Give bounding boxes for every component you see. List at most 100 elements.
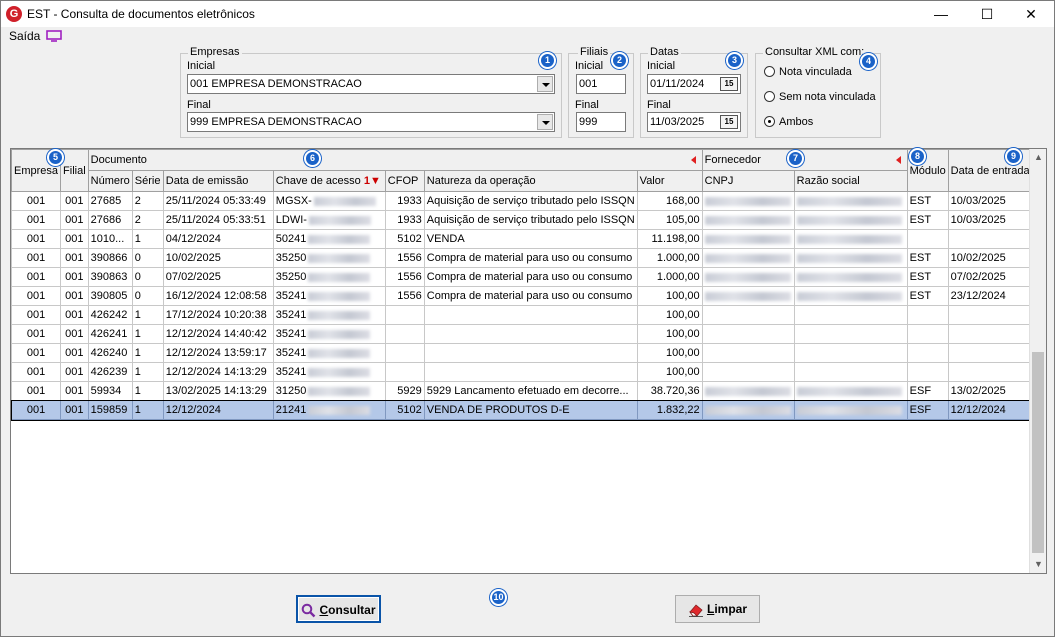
redacted-chave <box>308 272 371 282</box>
cell-data-emissao: 12/12/2024 13:59:17 <box>162 343 274 363</box>
col-cnpj[interactable]: CNPJ <box>701 170 795 192</box>
col-cnpj-label: CNPJ <box>704 175 734 187</box>
radio-circle[interactable] <box>764 66 775 77</box>
documents-grid[interactable]: Empresa Filial Documento Fornecedor Módu… <box>10 148 1047 574</box>
redacted-chave <box>308 310 371 320</box>
badge-10: 10 <box>490 589 507 606</box>
col-natureza[interactable]: Natureza da operação <box>423 170 638 192</box>
cell-cfop <box>384 324 425 344</box>
col-filial[interactable]: Filial <box>60 149 89 192</box>
redacted-chave <box>308 367 371 377</box>
cell-data-entrada <box>947 343 1039 363</box>
table-row[interactable]: 001 001 426240 1 12/12/2024 13:59:17 35241 100… <box>11 343 1039 363</box>
empresa-final-label: Final <box>187 99 211 111</box>
cell-empresa: 001 <box>11 381 62 401</box>
cell-cfop: 1556 <box>384 286 425 306</box>
col-cfop[interactable]: CFOP <box>384 170 425 192</box>
empresa-inicial-combo[interactable]: 001 EMPRESA DEMONSTRACAO <box>187 74 555 94</box>
group-documento[interactable]: Documento <box>87 149 703 171</box>
empresa-final-combo[interactable]: 999 EMPRESA DEMONSTRACAO <box>187 112 555 132</box>
table-row[interactable]: 001 001 390805 0 16/12/2024 12:08:58 35241 155… <box>11 286 1039 306</box>
group-fornecedor[interactable]: Fornecedor <box>701 149 908 171</box>
redacted-chave <box>308 253 371 263</box>
col-chave-acesso[interactable]: Chave de acesso 1▼ <box>272 170 386 192</box>
col-cfop-label: CFOP <box>387 175 419 187</box>
minimize-button[interactable]: — <box>918 1 964 27</box>
cell-modulo: EST <box>906 267 949 287</box>
cell-serie: 1 <box>131 305 164 325</box>
cell-razao-social <box>793 343 908 363</box>
radio-circle-selected[interactable] <box>764 116 775 127</box>
data-inicial-input[interactable]: 01/11/2024 15 <box>647 74 741 94</box>
cell-modulo <box>906 362 949 382</box>
cell-data-emissao: 17/12/2024 10:20:38 <box>162 305 274 325</box>
table-row[interactable]: 001 001 390866 0 10/02/2025 35250 1556 Compra d… <box>11 248 1039 268</box>
redacted-chave <box>308 215 371 225</box>
scrollbar-thumb[interactable] <box>1032 352 1044 553</box>
chevron-down-icon[interactable] <box>537 114 553 130</box>
chevron-down-icon[interactable] <box>537 76 553 92</box>
consultar-button[interactable]: Consultar <box>296 595 381 623</box>
radio-sem-nota-vinculada[interactable]: Sem nota vinculada <box>764 91 876 103</box>
col-data-emissao[interactable]: Data de emissão <box>162 170 274 192</box>
col-numero[interactable]: Número <box>87 170 133 192</box>
table-row[interactable]: 001 001 426242 1 17/12/2024 10:20:38 35241 100… <box>11 305 1039 325</box>
calendar-icon[interactable]: 15 <box>720 115 738 129</box>
radio-ambos[interactable]: Ambos <box>764 116 813 128</box>
radio-nota-vinculada[interactable]: Nota vinculada <box>764 66 852 78</box>
eraser-icon <box>688 604 703 617</box>
col-razao-social[interactable]: Razão social <box>793 170 908 192</box>
chave-prefix: 35250 <box>275 252 307 264</box>
col-serie[interactable]: Série <box>131 170 164 192</box>
cell-data-entrada: 10/02/2025 <box>947 248 1039 268</box>
limpar-button[interactable]: Limpar <box>675 595 760 623</box>
cell-serie: 1 <box>131 229 164 249</box>
cell-filial: 001 <box>60 229 89 249</box>
table-row[interactable]: 001 001 1010... 1 04/12/2024 50241 5102 VENDA 11… <box>11 229 1039 249</box>
table-row[interactable]: 001 001 426239 1 12/12/2024 14:13:29 35241 100… <box>11 362 1039 382</box>
vertical-scrollbar[interactable]: ▲ ▼ <box>1029 149 1046 573</box>
menu-saida[interactable]: Saída <box>9 29 40 43</box>
cell-cnpj <box>701 286 795 306</box>
redacted-chave <box>308 405 371 415</box>
table-row[interactable]: 001 001 426241 1 12/12/2024 14:40:42 35241 100… <box>11 324 1039 344</box>
close-button[interactable]: ✕ <box>1008 1 1054 27</box>
cell-cnpj <box>701 381 795 401</box>
cell-chave-acesso: 35250 <box>272 267 386 287</box>
table-row[interactable]: 001 001 390863 0 07/02/2025 35250 1556 Compra d… <box>11 267 1039 287</box>
cell-valor: 1.000,00 <box>636 267 703 287</box>
cell-empresa: 001 <box>11 400 62 420</box>
monitor-icon[interactable] <box>46 30 62 42</box>
empresa-inicial-value: 001 EMPRESA DEMONSTRACAO <box>190 78 362 90</box>
table-row[interactable]: 001 001 159859 1 12/12/2024 21241 5102 VENDA DE… <box>11 399 1040 421</box>
cell-cfop: 5102 <box>384 400 425 420</box>
cell-natureza: Aquisição de serviço tributado pelo ISSQ… <box>423 191 638 211</box>
col-valor[interactable]: Valor <box>636 170 703 192</box>
cell-modulo: EST <box>906 191 949 211</box>
cell-valor: 100,00 <box>636 305 703 325</box>
cell-empresa: 001 <box>11 248 62 268</box>
cell-valor: 11.198,00 <box>636 229 703 249</box>
radio-circle[interactable] <box>764 91 775 102</box>
cell-data-entrada: 10/03/2025 <box>947 210 1039 230</box>
col-data-emissao-label: Data de emissão <box>165 175 249 187</box>
scroll-up-icon[interactable]: ▲ <box>1030 149 1046 166</box>
col-razao-social-label: Razão social <box>796 175 860 187</box>
scroll-down-icon[interactable]: ▼ <box>1030 556 1046 573</box>
table-row[interactable]: 001 001 59934 1 13/02/2025 14:13:29 31250 5929… <box>11 381 1039 401</box>
cell-valor: 100,00 <box>636 286 703 306</box>
redacted-cnpj <box>704 272 791 282</box>
cell-natureza: Compra de material para uso ou consumo <box>423 248 638 268</box>
data-final-input[interactable]: 11/03/2025 15 <box>647 112 741 132</box>
calendar-icon[interactable]: 15 <box>720 77 738 91</box>
collapse-arrow-icon[interactable] <box>895 156 901 164</box>
collapse-arrow-icon[interactable] <box>690 156 696 164</box>
maximize-button[interactable]: ☐ <box>964 1 1010 27</box>
cell-numero: 159859 <box>87 400 133 420</box>
table-row[interactable]: 001 001 27686 2 25/11/2024 05:33:51 LDWI- 1933… <box>11 210 1039 230</box>
filial-final-input[interactable]: 999 <box>576 112 626 132</box>
col-data-entrada[interactable]: Data de entrada <box>947 149 1039 192</box>
cell-filial: 001 <box>60 305 89 325</box>
table-row[interactable]: 001 001 27685 2 25/11/2024 05:33:49 MGSX- 1933… <box>11 191 1039 211</box>
filial-inicial-input[interactable]: 001 <box>576 74 626 94</box>
